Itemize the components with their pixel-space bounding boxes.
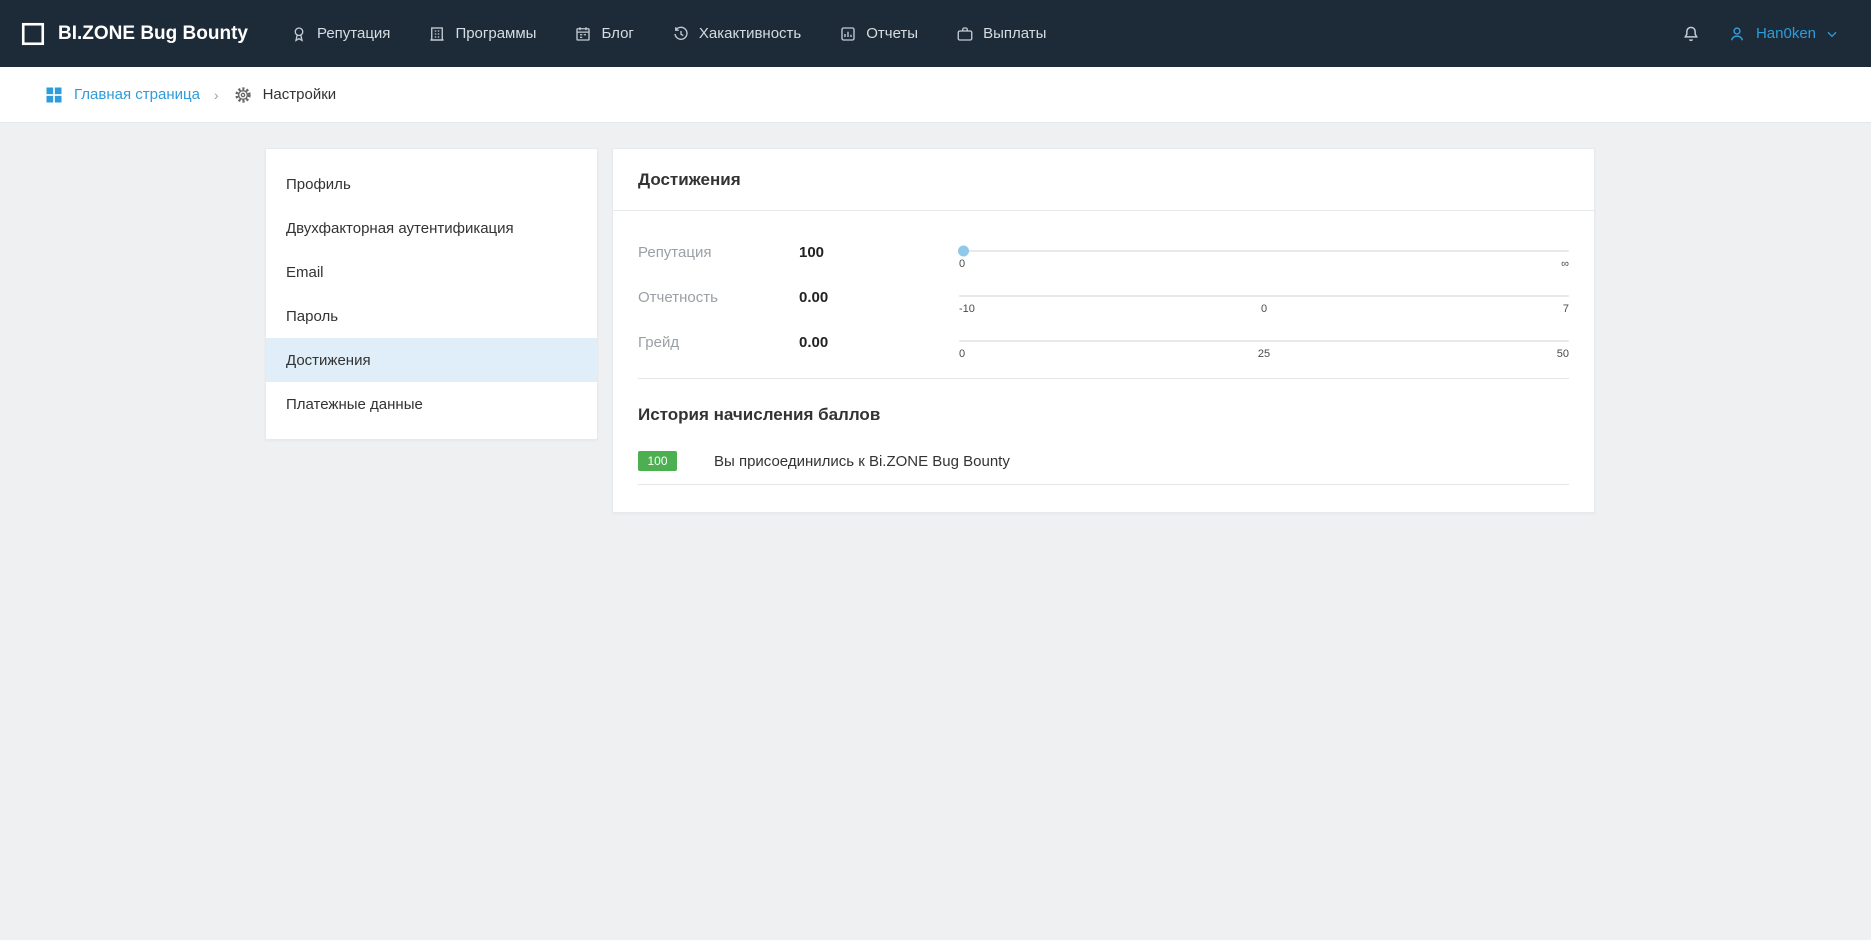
slider-track [959,250,1569,252]
sidebar-item-achievements[interactable]: Достижения [266,338,597,382]
nav-label: Выплаты [983,25,1046,42]
content-area: Профиль Двухфакторная аутентификация Ema… [265,148,1871,513]
breadcrumb-current-label: Настройки [263,86,337,103]
bizone-logo-icon [20,21,46,47]
chevron-down-icon [1825,27,1839,41]
brand-title: BI.ZONE Bug Bounty [58,23,248,45]
user-menu[interactable]: Han0ken [1727,24,1839,44]
reputation-icon [290,25,308,43]
sidebar-item-profile[interactable]: Профиль [266,162,597,206]
metric-row-reputation: Репутация 100 0 ∞ [638,243,1569,270]
breadcrumb: Главная страница › Настройки [0,67,1871,123]
scale-max: ∞ [1561,258,1569,270]
metric-label: Грейд [638,333,799,360]
nav-label: Программы [455,25,536,42]
metric-value: 0.00 [799,288,959,315]
gear-icon [233,85,253,105]
achievements-panel: Достижения Репутация 100 0 ∞ Отчетн [612,148,1595,513]
programs-icon [428,25,446,43]
reports-icon [839,25,857,43]
scale-min: 0 [959,348,965,360]
slider-scale: 0 ∞ [959,258,1569,270]
dashboard-icon [44,85,64,105]
scale-min: -10 [959,303,975,315]
metric-row-grade: Грейд 0.00 0 25 50 [638,333,1569,360]
slider-track [959,295,1569,297]
metric-value: 0.00 [799,333,959,360]
nav-item-hacktivity[interactable]: Хакактивность [672,25,801,43]
sidebar-item-label: Email [286,264,324,281]
reporting-slider: -10 0 7 [959,288,1569,315]
sidebar-item-email[interactable]: Email [266,250,597,294]
scale-min: 0 [959,258,965,270]
sidebar-item-two-factor[interactable]: Двухфакторная аутентификация [266,206,597,250]
nav-item-payouts[interactable]: Выплаты [956,25,1046,43]
metric-value: 100 [799,243,959,270]
history-entry: 100 Вы присоединились к Bi.ZONE Bug Boun… [638,451,1569,485]
scale-max: 50 [1557,348,1569,360]
notifications-bell-icon[interactable] [1681,24,1701,44]
hacktivity-icon [672,25,690,43]
blog-icon [574,25,592,43]
scale-mid: 0 [1261,303,1267,315]
panel-title: Достижения [613,149,1594,211]
sidebar-item-label: Профиль [286,176,351,193]
settings-sidebar: Профиль Двухфакторная аутентификация Ema… [265,148,598,440]
nav-item-reports[interactable]: Отчеты [839,25,918,43]
scale-mid: 25 [1258,348,1270,360]
brand-logo[interactable]: BI.ZONE Bug Bounty [20,21,248,47]
history-title: История начисления баллов [638,405,1569,425]
metric-label: Репутация [638,243,799,270]
points-badge: 100 [638,451,677,471]
sidebar-item-label: Пароль [286,308,338,325]
reputation-slider: 0 ∞ [959,243,1569,270]
sidebar-item-password[interactable]: Пароль [266,294,597,338]
breadcrumb-home-label: Главная страница [74,86,200,103]
grade-slider: 0 25 50 [959,333,1569,360]
nav-item-reputation[interactable]: Репутация [290,25,390,43]
nav-item-blog[interactable]: Блог [574,25,633,43]
metrics-block: Репутация 100 0 ∞ Отчетность 0.00 [613,211,1594,360]
slider-handle [958,246,969,257]
history-entry-text: Вы присоединились к Bi.ZONE Bug Bounty [714,453,1010,470]
sidebar-item-label: Двухфакторная аутентификация [286,220,514,237]
sidebar-item-label: Платежные данные [286,396,423,413]
nav-label: Репутация [317,25,390,42]
breadcrumb-current: Настройки [233,85,337,105]
nav-right-area: Han0ken [1681,24,1839,44]
nav-label: Хакактивность [699,25,801,42]
user-icon [1727,24,1747,44]
slider-scale: 0 25 50 [959,348,1569,360]
section-divider [638,378,1569,379]
sidebar-item-payment-details[interactable]: Платежные данные [266,382,597,426]
metric-label: Отчетность [638,288,799,315]
nav-label: Отчеты [866,25,918,42]
sidebar-item-label: Достижения [286,352,371,369]
nav-item-programs[interactable]: Программы [428,25,536,43]
scale-max: 7 [1563,303,1569,315]
breadcrumb-home[interactable]: Главная страница [44,85,200,105]
slider-scale: -10 0 7 [959,303,1569,315]
payouts-icon [956,25,974,43]
nav-label: Блог [601,25,633,42]
metric-row-reporting: Отчетность 0.00 -10 0 7 [638,288,1569,315]
top-navigation: BI.ZONE Bug Bounty Репутация Программы [0,0,1871,67]
slider-track [959,340,1569,342]
main-menu: Репутация Программы Блог [290,25,1046,43]
username: Han0ken [1756,25,1816,42]
breadcrumb-separator: › [214,87,219,103]
